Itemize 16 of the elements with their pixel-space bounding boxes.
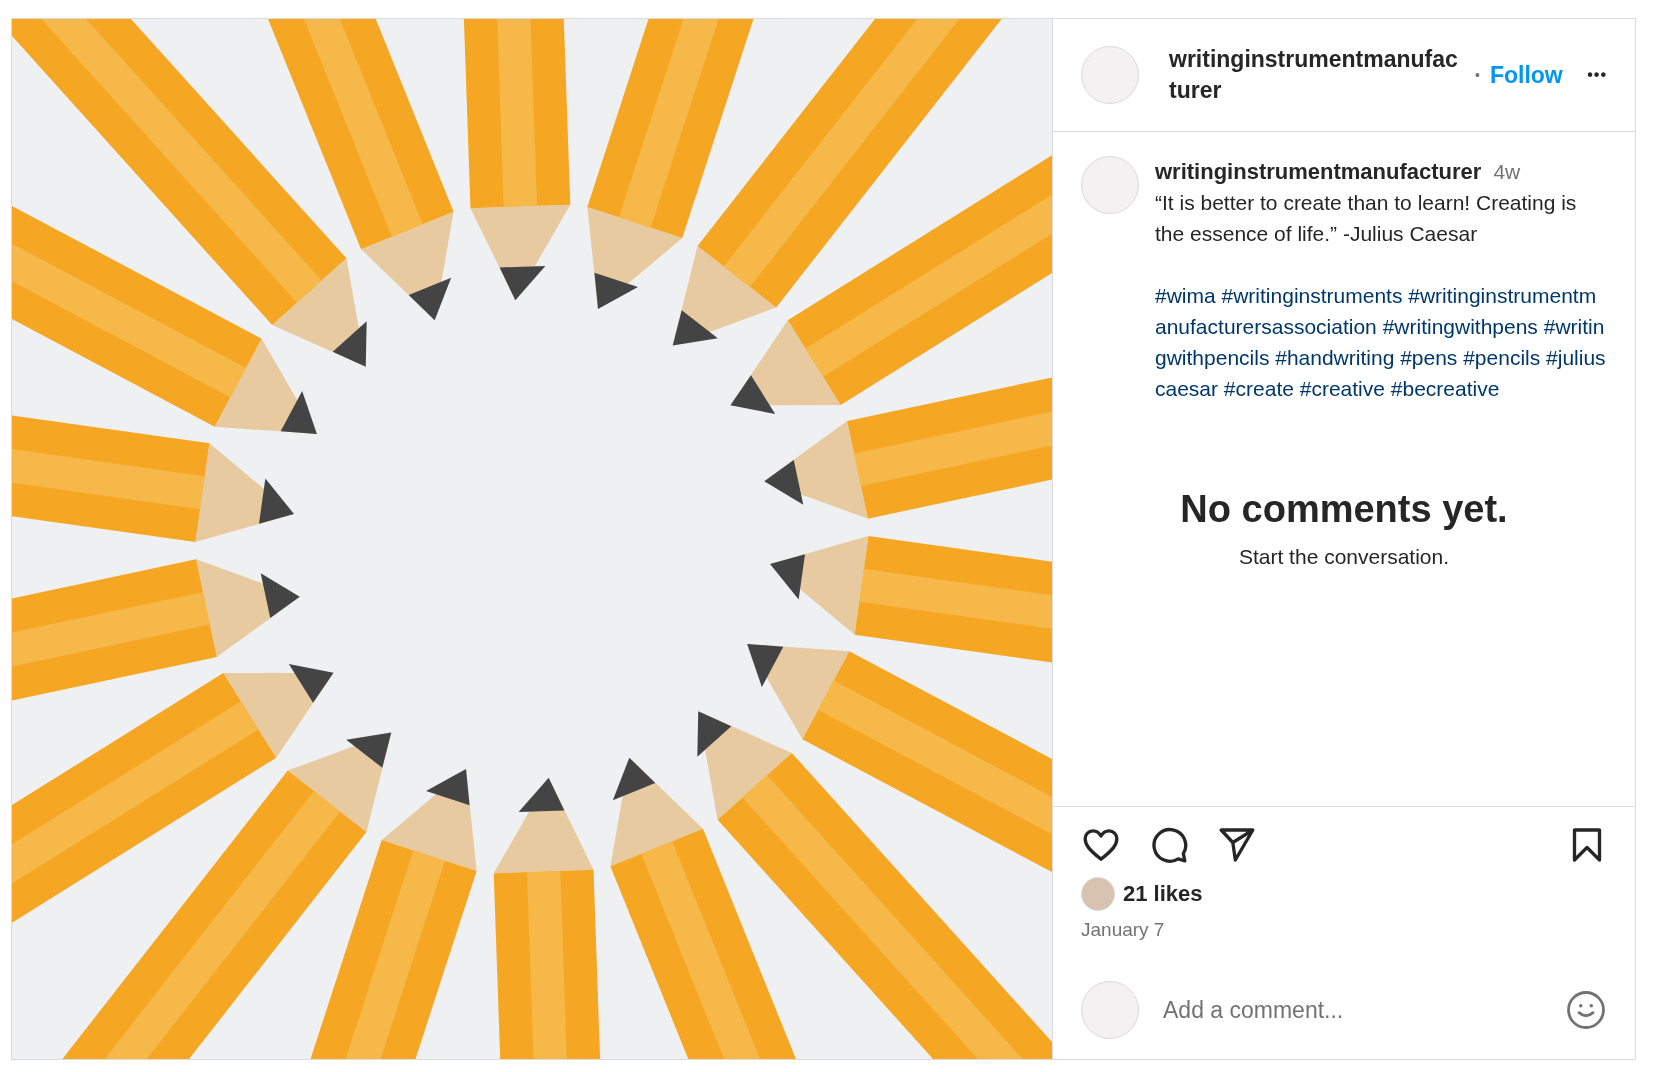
post-date: January 7 bbox=[1081, 919, 1166, 941]
comment-icon[interactable] bbox=[1149, 825, 1189, 865]
no-comments-title: No comments yet. bbox=[1180, 488, 1508, 531]
username-link[interactable]: writinginstrumentmanufacturer bbox=[1169, 44, 1459, 106]
comment-input-field[interactable]: Add a comment... bbox=[1163, 990, 1541, 1030]
likes-count[interactable]: 21 likes bbox=[1123, 881, 1203, 907]
caption-text: “It is better to create than to learn! Creating is the essence of life.” -Julius Caesar bbox=[1155, 190, 1578, 247]
share-icon[interactable] bbox=[1217, 825, 1257, 865]
no-comments-subtitle: Start the conversation. bbox=[1238, 545, 1450, 569]
more-options-button[interactable]: ••• bbox=[1587, 66, 1607, 84]
separator-dot: • bbox=[1475, 67, 1480, 83]
liker-avatar bbox=[1081, 877, 1115, 911]
post-time: 4w bbox=[1493, 159, 1521, 185]
caption-username[interactable]: writinginstrumentmanufacturer bbox=[1155, 156, 1482, 187]
hashtag-text[interactable]: #wima #writinginstruments #writinginstrumentmanufacturersassociation #writingwithpens #writingwithpencils #handwriting #pens #pencils #juliuscaesar #create #creative #becreative bbox=[1155, 280, 1607, 404]
emoji-icon[interactable] bbox=[1565, 989, 1607, 1031]
